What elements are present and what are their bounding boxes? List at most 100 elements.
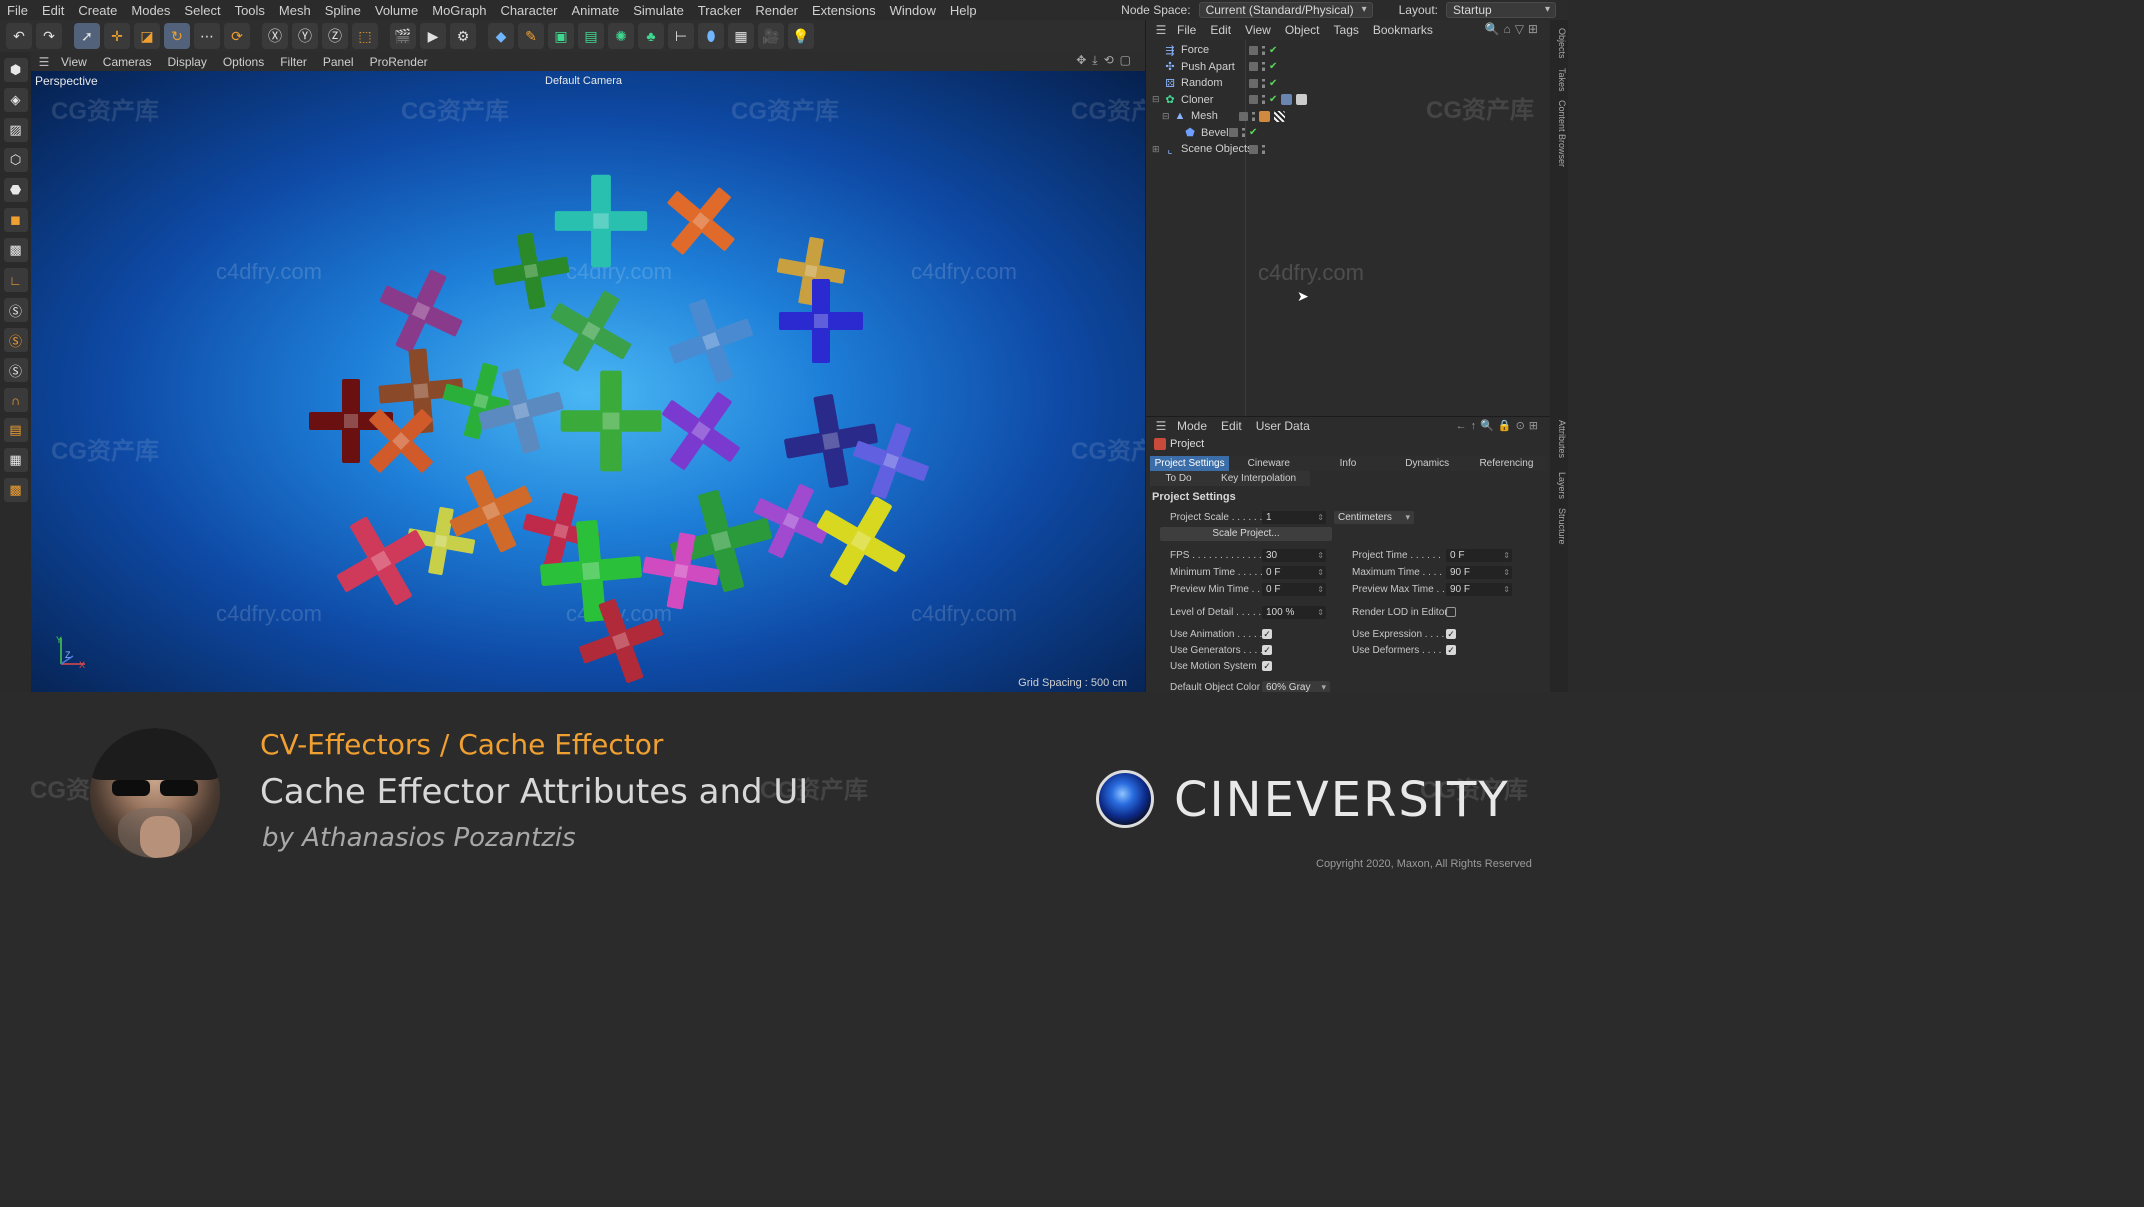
light-icon[interactable]: 💡	[788, 23, 814, 49]
viewport-menu-panel[interactable]: Panel	[315, 55, 362, 69]
menu-create[interactable]: Create	[71, 3, 124, 18]
viewport-menu-cameras[interactable]: Cameras	[95, 55, 160, 69]
scale-tool-icon[interactable]: ◪	[134, 23, 160, 49]
om-menu-file[interactable]: File	[1170, 23, 1203, 37]
scale-project-button[interactable]: Scale Project...	[1160, 527, 1332, 541]
viewport-menu-prorender[interactable]: ProRender	[362, 55, 436, 69]
viewport-menu-view[interactable]: View	[53, 55, 95, 69]
mograph-cache-tag-icon[interactable]	[1281, 94, 1293, 106]
move-tool-icon[interactable]: ✛	[104, 23, 130, 49]
om-menu-bookmarks[interactable]: Bookmarks	[1366, 23, 1440, 37]
node-space-dropdown[interactable]: Current (Standard/Physical)	[1198, 2, 1373, 18]
deformer-icon[interactable]: ⊢	[668, 23, 694, 49]
menu-file[interactable]: File	[0, 3, 35, 18]
enabled-check-icon[interactable]: ✔	[1269, 78, 1277, 89]
model-mode-icon[interactable]: ◈	[3, 88, 28, 112]
use-animation-checkbox[interactable]: ✓	[1262, 629, 1272, 639]
z-axis-lock-icon[interactable]: Ⓩ	[322, 23, 348, 49]
attr-menu-edit[interactable]: Edit	[1214, 419, 1249, 433]
tab-layers[interactable]: Layers	[1551, 472, 1567, 499]
enabled-check-icon[interactable]: ✔	[1269, 94, 1277, 105]
menu-mesh[interactable]: Mesh	[272, 3, 318, 18]
cloner-icon[interactable]: ♣	[638, 23, 664, 49]
floor-icon[interactable]: ▦	[728, 23, 754, 49]
tab-referencing[interactable]: Referencing	[1466, 456, 1547, 471]
render-view-icon[interactable]: ▶	[420, 23, 446, 49]
edges-mode-icon[interactable]: ⬣	[3, 178, 28, 202]
recent-tools-icon[interactable]: ⋯	[194, 23, 220, 49]
phong-tag-icon[interactable]	[1259, 110, 1270, 122]
subdivision-icon[interactable]: ▣	[548, 23, 574, 49]
viewport-nav-icons[interactable]: ✥⤓⟲▢	[1076, 53, 1137, 68]
workplane-icon[interactable]: ▤	[3, 418, 28, 442]
render-lod-checkbox[interactable]	[1446, 607, 1456, 617]
collapse-icon[interactable]: ⊟	[1152, 94, 1162, 105]
snap-icon[interactable]: Ⓢ	[3, 298, 28, 322]
om-menu-tags[interactable]: Tags	[1327, 23, 1366, 37]
attr-menu-mode[interactable]: Mode	[1170, 419, 1214, 433]
use-expression-checkbox[interactable]: ✓	[1446, 629, 1456, 639]
tab-dynamics[interactable]: Dynamics	[1387, 456, 1467, 471]
attr-toolbar-icons[interactable]: ←↑🔍🔒⊙⊞	[1456, 419, 1542, 432]
points-mode-icon[interactable]: ⬡	[3, 148, 28, 172]
om-menu-view[interactable]: View	[1238, 23, 1278, 37]
tab-key-interpolation[interactable]: Key Interpolation	[1207, 471, 1310, 486]
enabled-check-icon[interactable]: ✔	[1269, 61, 1277, 72]
menu-select[interactable]: Select	[177, 3, 227, 18]
tab-structure[interactable]: Structure	[1551, 508, 1567, 545]
menu-simulate[interactable]: Simulate	[626, 3, 691, 18]
max-time-input[interactable]: 90 F	[1446, 566, 1512, 579]
menu-character[interactable]: Character	[493, 3, 564, 18]
array-generator-icon[interactable]: ✺	[608, 23, 634, 49]
menu-edit[interactable]: Edit	[35, 3, 71, 18]
tab-info[interactable]: Info	[1308, 456, 1388, 471]
menu-animate[interactable]: Animate	[565, 3, 627, 18]
texture-mode-icon[interactable]: ▨	[3, 118, 28, 142]
texture-tag-icon[interactable]	[1274, 110, 1285, 122]
y-axis-lock-icon[interactable]: Ⓨ	[292, 23, 318, 49]
magnet-icon[interactable]: ∩	[3, 388, 28, 412]
tab-project-settings[interactable]: Project Settings	[1150, 456, 1230, 471]
use-generators-checkbox[interactable]: ✓	[1262, 645, 1272, 655]
tab-cineware[interactable]: Cineware	[1229, 456, 1309, 471]
select-tool-icon[interactable]: ➚	[74, 23, 100, 49]
min-time-input[interactable]: 0 F	[1262, 566, 1326, 579]
expand-icon[interactable]: ⊞	[1152, 144, 1162, 155]
material-tag-icon[interactable]	[1296, 94, 1308, 106]
viewport-menu-filter[interactable]: Filter	[272, 55, 315, 69]
cube-object-icon[interactable]: ◆	[488, 23, 514, 49]
extrude-generator-icon[interactable]: ▤	[578, 23, 604, 49]
undo-icon[interactable]: ↶	[6, 23, 32, 49]
camera-icon[interactable]: 🎥	[758, 23, 784, 49]
object-row-push-apart[interactable]: ✣ Push Apart ✔	[1146, 59, 1550, 76]
menu-tracker[interactable]: Tracker	[691, 3, 749, 18]
collapse-icon[interactable]: ⊟	[1162, 111, 1172, 122]
grid-icon[interactable]: ▩	[3, 478, 28, 502]
tab-takes[interactable]: Takes	[1551, 68, 1567, 92]
hamburger-icon[interactable]: ☰	[1152, 419, 1170, 433]
redo-icon[interactable]: ↷	[36, 23, 62, 49]
snap-workplane-icon[interactable]: Ⓢ	[3, 358, 28, 382]
menu-tools[interactable]: Tools	[228, 3, 272, 18]
use-motion-checkbox[interactable]: ✓	[1262, 661, 1272, 671]
pen-spline-icon[interactable]: ✎	[518, 23, 544, 49]
menu-modes[interactable]: Modes	[124, 3, 177, 18]
uv-mode-icon[interactable]: ▩	[3, 238, 28, 262]
menu-render[interactable]: Render	[748, 3, 805, 18]
render-region-icon[interactable]: 🎬	[390, 23, 416, 49]
viewport-menu-display[interactable]: Display	[159, 55, 214, 69]
object-row-scene-objects[interactable]: ⊞ ⌞ Scene Objects	[1146, 141, 1550, 158]
coordinate-system-icon[interactable]: ⟳	[224, 23, 250, 49]
render-settings-icon[interactable]: ⚙	[450, 23, 476, 49]
hamburger-icon[interactable]: ☰	[1152, 23, 1170, 37]
menu-spline[interactable]: Spline	[318, 3, 368, 18]
hamburger-icon[interactable]: ☰	[35, 55, 53, 69]
enabled-check-icon[interactable]: ✔	[1249, 127, 1257, 138]
world-coord-icon[interactable]: ⬚	[352, 23, 378, 49]
axis-mode-icon[interactable]: ∟	[3, 268, 28, 292]
preview-max-input[interactable]: 90 F	[1446, 583, 1512, 596]
viewport-menu-options[interactable]: Options	[215, 55, 272, 69]
scale-unit-dropdown[interactable]: Centimeters	[1334, 511, 1414, 524]
object-row-force[interactable]: ⇶ Force ✔	[1146, 42, 1550, 59]
menu-mograph[interactable]: MoGraph	[425, 3, 493, 18]
